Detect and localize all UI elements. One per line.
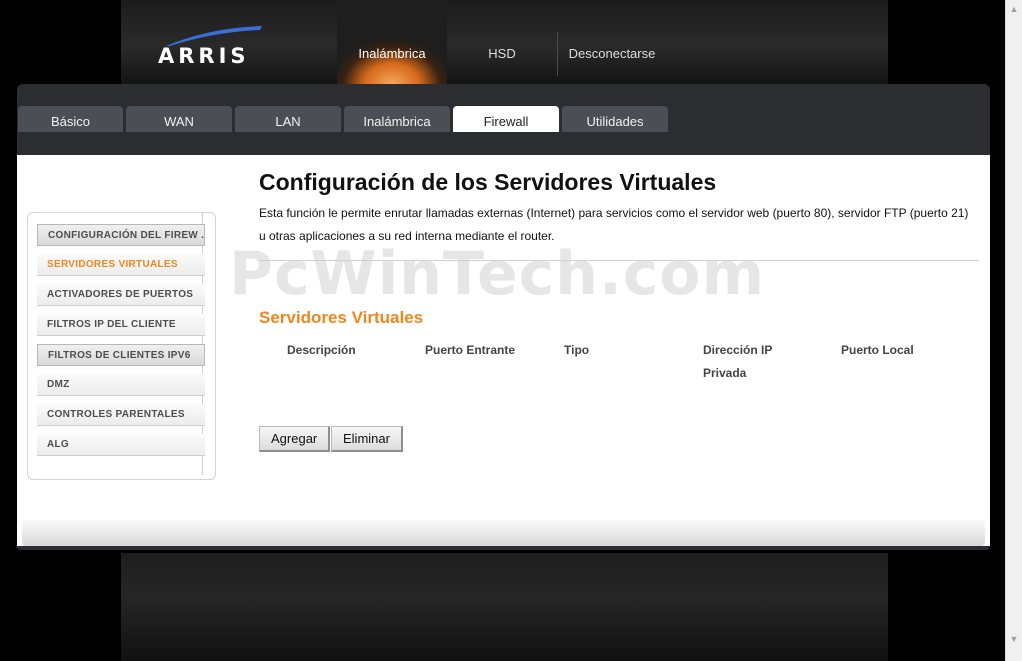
- tab-inalambrica[interactable]: Inalámbrica: [344, 106, 450, 132]
- column-header-descripcion: Descripción: [287, 343, 356, 357]
- sidebar-item-alg[interactable]: ALG: [37, 434, 205, 456]
- scroll-up-icon[interactable]: ▲: [1009, 4, 1019, 14]
- section-title: Servidores Virtuales: [259, 308, 424, 327]
- tab-firewall[interactable]: Firewall: [453, 106, 559, 132]
- topnav-item-inalambrica[interactable]: Inalámbrica: [337, 0, 447, 84]
- sidebar-item-filtros-ip-cliente[interactable]: FILTROS IP DEL CLIENTE: [37, 314, 205, 336]
- sidebar-item-dmz[interactable]: DMZ: [37, 374, 205, 396]
- vertical-scrollbar[interactable]: ▲ ▼: [1005, 0, 1022, 661]
- arris-logo: ARRIS: [158, 24, 268, 68]
- tab-wan[interactable]: WAN: [126, 106, 232, 132]
- page-description: Esta función le permite enrutar llamadas…: [259, 206, 969, 243]
- content-area: PcWinTech.com CONFIGURACIÓN DEL FIREW ..…: [17, 155, 990, 546]
- eliminar-button[interactable]: Eliminar: [331, 426, 403, 452]
- scroll-down-icon[interactable]: ▼: [1009, 634, 1019, 644]
- brand-name: ARRIS: [158, 44, 250, 68]
- column-header-direccion-ip: Dirección IP Privada: [703, 343, 773, 380]
- topnav-item-hsd[interactable]: HSD: [448, 0, 556, 84]
- column-header-puerto-local: Puerto Local: [841, 343, 914, 357]
- sidebar-item-controles-parentales[interactable]: CONTROLES PARENTALES: [37, 404, 205, 426]
- tab-utilidades[interactable]: Utilidades: [562, 106, 668, 132]
- sidebar-item-configuracion-firewall[interactable]: CONFIGURACIÓN DEL FIREW ...: [37, 224, 205, 246]
- watermark: PcWinTech.com: [229, 239, 766, 309]
- topnav-item-desconectarse[interactable]: Desconectarse: [558, 0, 666, 84]
- section-divider: [259, 260, 979, 261]
- main-panel: Básico WAN LAN Inalámbrica Firewall Util…: [17, 84, 990, 550]
- content-footer-bar: [22, 520, 985, 546]
- sidebar-item-servidores-virtuales[interactable]: SERVIDORES VIRTUALES: [37, 254, 205, 276]
- agregar-button[interactable]: Agregar: [259, 426, 331, 452]
- page-title: Configuración de los Servidores Virtuale…: [259, 169, 717, 195]
- sidebar-item-activadores-puertos[interactable]: ACTIVADORES DE PUERTOS: [37, 284, 205, 306]
- footer-band: [121, 553, 888, 661]
- column-header-tipo: Tipo: [564, 343, 590, 357]
- column-header-puerto-entrante: Puerto Entrante: [425, 343, 516, 357]
- tab-lan[interactable]: LAN: [235, 106, 341, 132]
- side-menu: CONFIGURACIÓN DEL FIREW ... SERVIDORES V…: [27, 212, 216, 480]
- sidebar-item-filtros-ipv6[interactable]: FILTROS DE CLIENTES IPV6: [37, 344, 205, 366]
- tab-basico[interactable]: Básico: [18, 106, 123, 132]
